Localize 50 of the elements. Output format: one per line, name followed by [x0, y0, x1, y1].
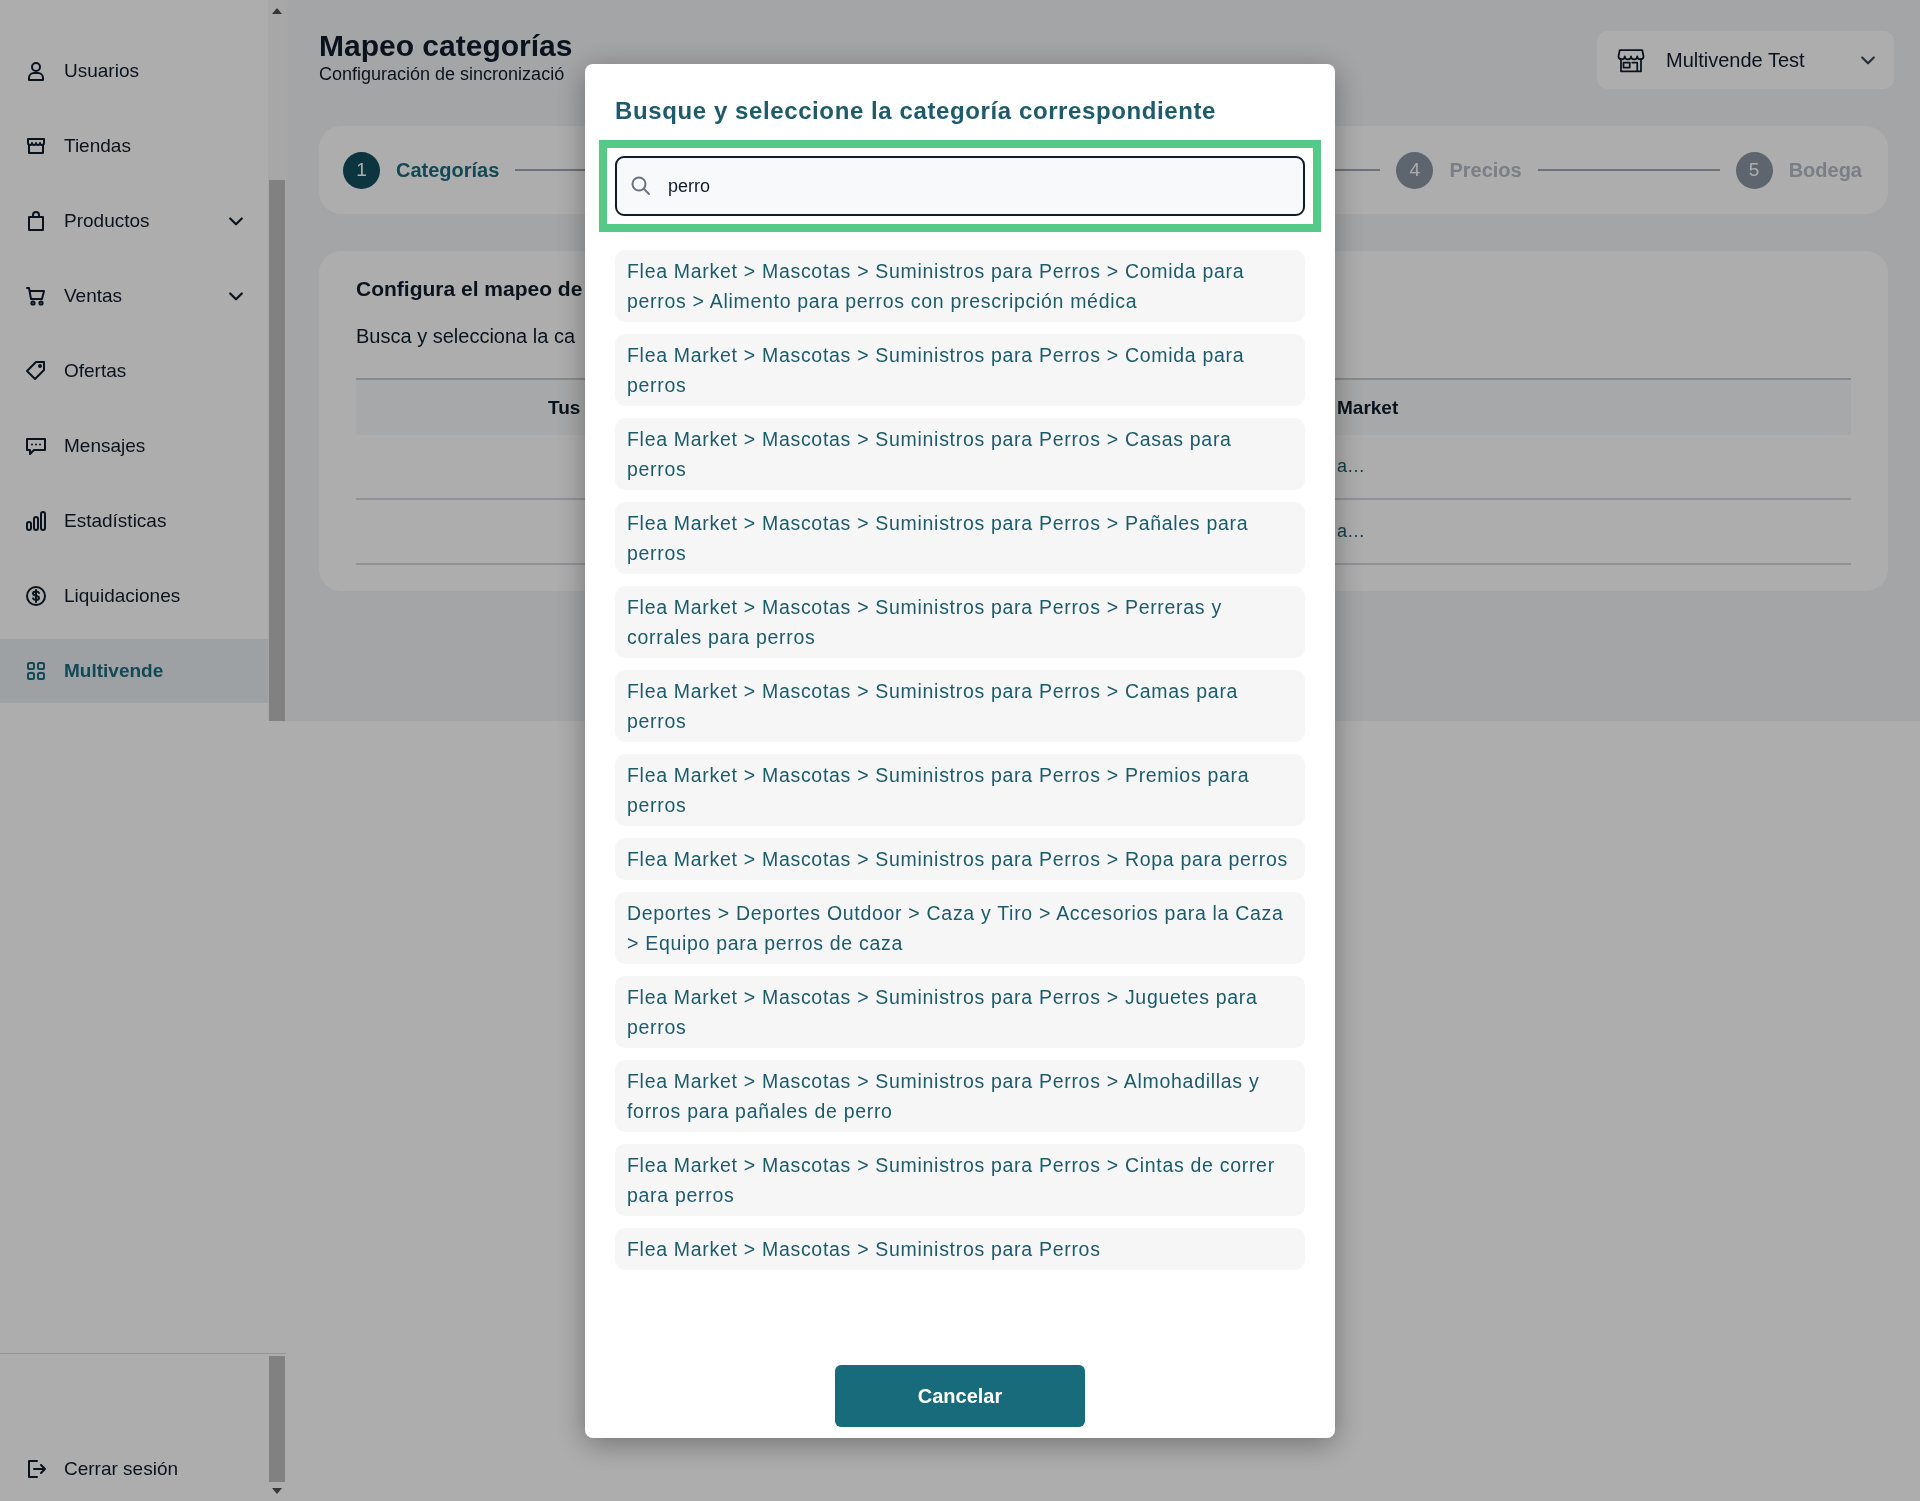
search-field[interactable]: perro	[615, 156, 1305, 216]
cart-icon	[24, 284, 48, 308]
category-option[interactable]: Flea Market > Mascotas > Suministros para Perros > Ropa para perros	[615, 838, 1305, 880]
scroll-down-icon[interactable]	[272, 1488, 282, 1494]
category-option[interactable]: Flea Market > Mascotas > Suministros para Perros > Camas para perros	[615, 670, 1305, 742]
scrollbar-thumb[interactable]	[269, 180, 285, 721]
sidebar-item[interactable]: Tiendas	[0, 114, 268, 178]
category-option[interactable]: Flea Market > Mascotas > Suministros para Perros > Perreras y corrales para perros	[615, 586, 1305, 658]
table-cell-text: a…	[1337, 521, 1366, 542]
category-option[interactable]: Flea Market > Mascotas > Suministros para Perros > Pañales para perros	[615, 502, 1305, 574]
store-select[interactable]: Multivende Test	[1597, 31, 1894, 89]
category-option[interactable]: Flea Market > Mascotas > Suministros para Perros > Comida para perros	[615, 334, 1305, 406]
category-option[interactable]: Flea Market > Mascotas > Suministros para Perros	[615, 1228, 1305, 1270]
sidebar-item[interactable]: Multivende	[0, 639, 268, 703]
scroll-up-icon[interactable]	[272, 8, 282, 14]
column-header: Market	[1337, 396, 1399, 418]
category-option[interactable]: Flea Market > Mascotas > Suministros para Perros > Juguetes para perros	[615, 976, 1305, 1048]
sidebar-item[interactable]: Mensajes	[0, 414, 268, 478]
tag-icon	[24, 359, 48, 383]
category-option[interactable]: Flea Market > Mascotas > Suministros para Perros > Premios para perros	[615, 754, 1305, 826]
sidebar-item[interactable]: Ofertas	[0, 339, 268, 403]
bar-chart-icon	[24, 509, 48, 533]
cancel-button[interactable]: Cancelar	[835, 1365, 1085, 1427]
grid-icon	[24, 659, 48, 683]
page-title: Mapeo categorías	[319, 28, 573, 64]
logout-button[interactable]: Cerrar sesión	[24, 1457, 179, 1481]
step-number: 1	[343, 151, 380, 189]
step-number: 4	[1396, 151, 1434, 189]
modal-title: Busque y seleccione la categoría correspondiente	[615, 96, 1217, 126]
step[interactable]: 1 Categorías	[343, 151, 500, 189]
page-subtitle: Configuración de sincronizació	[319, 64, 566, 85]
sidebar-item[interactable]: Usuarios	[0, 39, 268, 103]
category-option[interactable]: Deportes > Deportes Outdoor > Caza y Tiro > Accesorios para la Caza > Equipo para perros de caza	[615, 892, 1305, 964]
category-option[interactable]: Flea Market > Mascotas > Suministros para Perros > Cintas de correr para perros	[615, 1144, 1305, 1216]
category-option[interactable]: Flea Market > Mascotas > Suministros para Perros > Comida para perros > Alimento para perros con prescripción médica	[615, 250, 1305, 322]
sidebar-item[interactable]: Ventas	[0, 264, 268, 328]
card-title: Configura el mapeo de	[356, 277, 583, 301]
scrollbar[interactable]	[268, 0, 286, 721]
sidebar-item[interactable]: Estadísticas	[0, 489, 268, 553]
table-cell-text: a…	[1337, 456, 1366, 477]
card-description: Busca y selecciona la ca	[356, 325, 575, 348]
column-header: Tus	[548, 396, 581, 418]
sidebar-item[interactable]: Liquidaciones	[0, 564, 268, 628]
category-option[interactable]: Flea Market > Mascotas > Suministros para Perros > Almohadillas y forros para pañales de perro	[615, 1060, 1305, 1132]
scrollbar-thumb[interactable]	[269, 1356, 285, 1482]
sidebar-item[interactable]: Productos	[0, 189, 268, 253]
category-option[interactable]: Flea Market > Mascotas > Suministros para Perros > Casas para perros	[615, 418, 1305, 490]
dollar-coin-icon	[24, 584, 48, 608]
step-number: 5	[1735, 151, 1773, 189]
search-icon	[629, 174, 653, 198]
